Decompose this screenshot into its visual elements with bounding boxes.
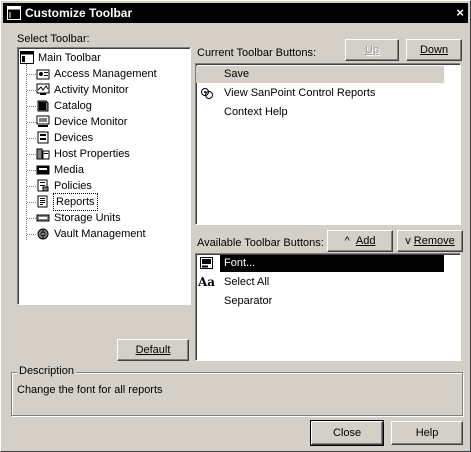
tree-connector: [27, 154, 36, 155]
sanpoint-icon: [201, 88, 213, 99]
default-button-label: Default: [135, 344, 171, 356]
list-item-label: Separator: [224, 295, 273, 307]
title-bar[interactable]: Customize Toolbar ×: [3, 3, 468, 23]
add-arrow-icon: ^: [344, 235, 350, 247]
remove-button[interactable]: v Remove: [397, 230, 463, 252]
window-title: Customize Toolbar: [25, 6, 133, 20]
tree-connector: [27, 186, 36, 187]
select-toolbar-label: Select Toolbar:: [17, 33, 90, 45]
close-button-label: Close: [332, 427, 362, 439]
tree-item-label: Media: [54, 164, 84, 176]
list-item-select-all[interactable]: Aa Select All: [196, 274, 444, 291]
tree-connector: [27, 218, 36, 219]
down-button-label: Down: [419, 44, 449, 56]
description-text: Change the font for all reports: [17, 384, 163, 396]
remove-arrow-icon: v: [405, 235, 411, 247]
host-properties-icon: [36, 148, 50, 160]
add-button-label: Add: [355, 235, 376, 247]
customize-toolbar-dialog: Customize Toolbar × Select Toolbar: Main…: [0, 0, 471, 452]
tree-root-label: Main Toolbar: [38, 52, 101, 64]
list-item-context-help[interactable]: Context Help: [196, 104, 444, 121]
available-buttons-label: Available Toolbar Buttons:: [197, 237, 324, 249]
tree-item-label: Devices: [54, 132, 94, 144]
tree-item-label: Access Management: [54, 68, 157, 80]
close-icon[interactable]: ×: [456, 5, 464, 20]
reports-icon: [37, 195, 48, 208]
tree-item-label: Reports: [53, 193, 98, 211]
up-button[interactable]: Up: [345, 39, 399, 61]
toolbar-icon: [20, 51, 34, 64]
help-button[interactable]: Help: [391, 421, 463, 445]
vault-management-icon: [37, 228, 49, 240]
default-button[interactable]: Default: [117, 339, 189, 361]
toolbar-icon: [7, 6, 21, 20]
tree-connector: [27, 170, 36, 171]
list-item-label: Select All: [224, 276, 270, 288]
policies-icon: [37, 179, 49, 192]
remove-button-label: Remove: [413, 235, 455, 247]
device-monitor-icon: [36, 115, 50, 127]
select-all-icon: Aa: [198, 275, 216, 289]
font-icon: [200, 257, 213, 269]
activity-monitor-icon: [36, 83, 50, 95]
tree-item-label: Host Properties: [54, 148, 130, 160]
toolbar-tree[interactable]: Main Toolbar Access Management Activity M…: [17, 47, 191, 305]
tree-item-label: Storage Units: [54, 212, 121, 224]
list-item-label: Save: [224, 68, 250, 80]
devices-icon: [37, 131, 49, 144]
tree-item-label: Policies: [54, 180, 92, 192]
tree-item-label: Activity Monitor: [54, 84, 129, 96]
current-buttons-list[interactable]: Save View SanPoint Control Reports Conte…: [195, 63, 461, 225]
tree-item-label: Catalog: [54, 100, 92, 112]
tree-connector: [27, 122, 36, 123]
tree-connector: [27, 202, 36, 203]
available-buttons-list[interactable]: Font... Aa Select All Separator: [195, 253, 461, 361]
tree-connector: [27, 106, 36, 107]
list-item-separator[interactable]: Separator: [196, 293, 444, 310]
list-item-label: Context Help: [224, 106, 288, 118]
storage-units-icon: [36, 214, 50, 222]
down-button[interactable]: Down: [406, 39, 462, 61]
tree-connector: [27, 74, 36, 75]
catalog-icon: [37, 100, 49, 112]
list-item-label: Font...: [224, 257, 256, 269]
tree-item-label: Vault Management: [54, 228, 146, 240]
access-management-icon: [36, 69, 50, 80]
close-button[interactable]: Close: [310, 420, 384, 446]
add-button[interactable]: ^ Add: [327, 230, 393, 252]
up-button-label: Up: [364, 44, 380, 56]
list-item-view-sanpoint[interactable]: View SanPoint Control Reports: [196, 85, 444, 102]
tree-item-label: Device Monitor: [54, 116, 128, 128]
media-icon: [36, 165, 50, 175]
list-item-save[interactable]: Save: [196, 66, 444, 83]
description-title: Description: [17, 365, 77, 377]
help-button-label: Help: [415, 427, 439, 439]
list-item-font[interactable]: Font...: [196, 255, 444, 272]
tree-connector: [27, 234, 36, 235]
list-item-label: View SanPoint Control Reports: [224, 87, 376, 99]
tree-connector: [27, 90, 36, 91]
tree-connector: [27, 138, 36, 139]
current-buttons-label: Current Toolbar Buttons:: [197, 47, 317, 59]
